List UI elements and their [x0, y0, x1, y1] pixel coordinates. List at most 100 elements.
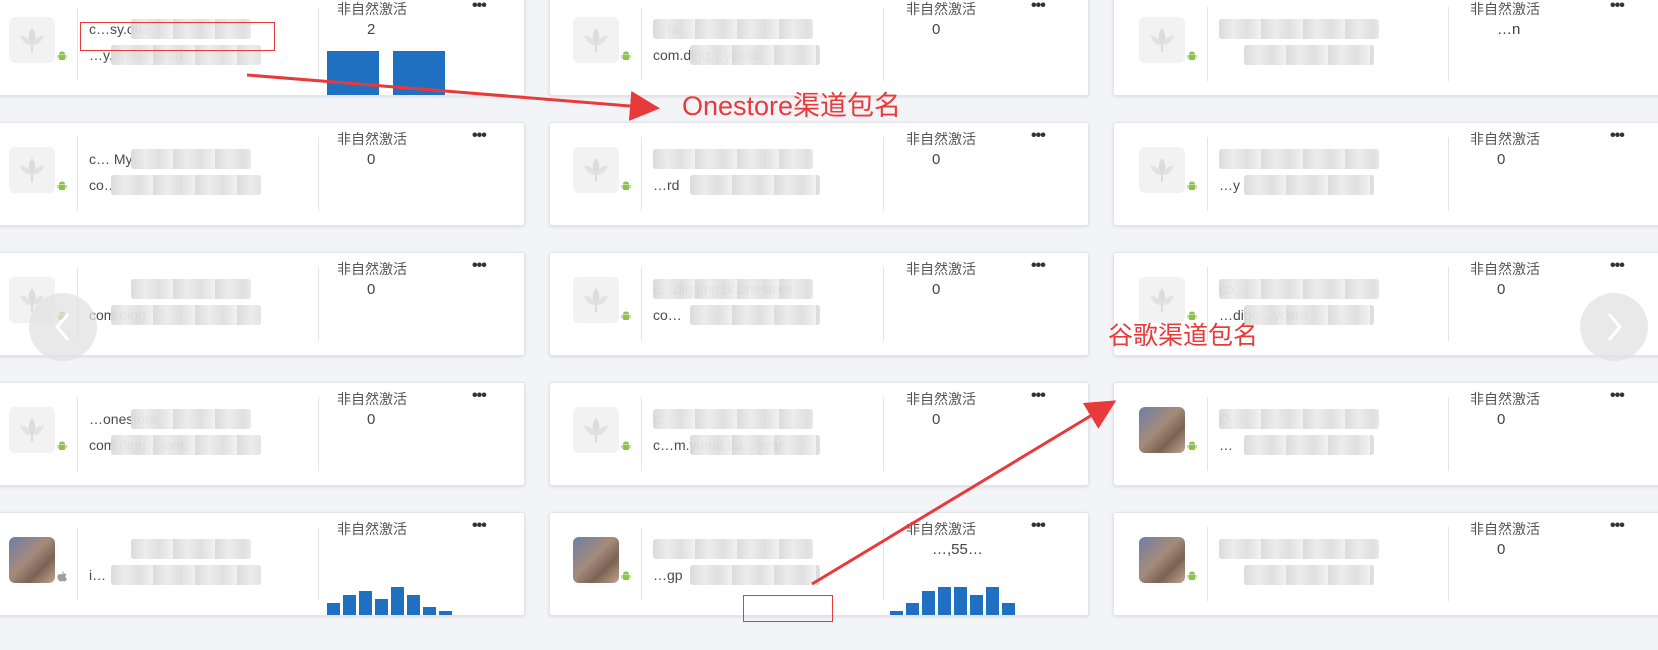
os-badge	[1185, 569, 1199, 583]
placeholder-app-icon	[584, 288, 608, 312]
divider	[641, 137, 642, 211]
more-options-button[interactable]: •••	[472, 387, 487, 405]
metric-value: 0	[932, 21, 941, 38]
more-options-button[interactable]: •••	[1610, 387, 1625, 405]
redaction-blur	[111, 565, 261, 585]
more-options-button[interactable]: •••	[472, 517, 487, 535]
redaction-blur	[1219, 539, 1379, 559]
redaction-blur	[1244, 305, 1374, 325]
more-options-button[interactable]: •••	[1610, 0, 1625, 15]
divider	[77, 137, 78, 211]
divider	[318, 397, 319, 471]
metric-value: 0	[1497, 281, 1506, 298]
more-options-button[interactable]: •••	[472, 257, 487, 275]
metric-label: 非自然激活	[906, 131, 976, 147]
more-options-button[interactable]: •••	[1031, 257, 1046, 275]
placeholder-app-icon	[20, 158, 44, 182]
divider	[883, 137, 884, 211]
redaction-blur	[131, 539, 251, 559]
metric-label: 非自然激活	[906, 521, 976, 537]
more-options-button[interactable]: •••	[1610, 127, 1625, 145]
chart-bar	[327, 51, 379, 95]
app-icon	[9, 147, 55, 193]
app-card[interactable]: O……非自然激活0•••	[1113, 382, 1658, 486]
activation-mini-chart	[327, 587, 452, 615]
chart-bar	[986, 587, 999, 615]
app-card[interactable]: c…c…m.yunai.da…ycar非自然激活0•••	[549, 382, 1089, 486]
more-options-button[interactable]: •••	[1031, 517, 1046, 535]
more-options-button[interactable]: •••	[472, 127, 487, 145]
more-options-button[interactable]: •••	[1031, 387, 1046, 405]
divider	[883, 7, 884, 81]
app-card[interactable]: i… 非自然激活 •••	[0, 512, 525, 616]
activation-mini-chart	[890, 587, 1015, 615]
metric-label: 非自然激活	[1470, 521, 1540, 537]
carousel-next-button[interactable]	[1580, 293, 1648, 361]
activation-mini-chart	[327, 51, 445, 95]
android-icon	[1187, 51, 1197, 60]
app-card[interactable]: ……rd非自然激活0•••	[549, 122, 1089, 226]
divider	[1207, 137, 1208, 211]
app-icon	[573, 147, 619, 193]
divider	[77, 527, 78, 601]
os-badge	[1185, 439, 1199, 453]
carousel-prev-button[interactable]	[29, 293, 97, 361]
app-card[interactable]: c… My… co… 非自然激活 0 •••	[0, 122, 525, 226]
more-options-button[interactable]: •••	[1031, 0, 1046, 15]
metric-label: 非自然激活	[337, 391, 407, 407]
more-options-button[interactable]: •••	[472, 0, 487, 15]
placeholder-app-icon	[20, 28, 44, 52]
redaction-blur	[690, 565, 820, 585]
placeholder-app-icon	[1150, 288, 1174, 312]
redaction-blur	[131, 409, 251, 429]
app-icon	[573, 17, 619, 63]
divider	[1448, 527, 1449, 601]
os-badge	[619, 179, 633, 193]
google-package-label: 谷歌渠道包名	[1108, 322, 1259, 350]
divider	[1207, 7, 1208, 81]
app-card[interactable]: …ta…com.digg…ycard非自然激活0•••	[549, 0, 1089, 96]
app-card[interactable]: …onestorecom.digg…-one非自然激活0•••	[0, 382, 525, 486]
onestore-package-highlight	[80, 22, 275, 51]
chart-bar	[375, 599, 388, 615]
divider	[1448, 137, 1449, 211]
chart-bar	[359, 591, 372, 615]
more-options-button[interactable]: •••	[1031, 127, 1046, 145]
chart-bar	[954, 587, 967, 615]
redaction-blur	[1219, 409, 1379, 429]
os-badge	[1185, 49, 1199, 63]
chart-bar	[393, 51, 445, 95]
metric-value: 0	[932, 151, 941, 168]
app-card[interactable]: c…digging.tk.onestoreco…非自然激活0•••	[549, 252, 1089, 356]
divider	[883, 527, 884, 601]
app-icon	[1139, 537, 1185, 583]
redaction-blur	[1219, 149, 1379, 169]
more-options-button[interactable]: •••	[1610, 257, 1625, 275]
app-icon	[1139, 17, 1185, 63]
app-card[interactable]: …y 非自然激活 0 •••	[1113, 122, 1658, 226]
divider	[641, 397, 642, 471]
os-badge	[55, 49, 69, 63]
divider	[318, 7, 319, 81]
placeholder-app-icon	[1150, 158, 1174, 182]
chart-bar	[327, 603, 340, 615]
more-options-button[interactable]: •••	[1610, 517, 1625, 535]
android-icon	[1187, 571, 1197, 580]
app-icon	[1139, 407, 1185, 453]
metric-label: 非自然激活	[1470, 1, 1540, 17]
android-icon	[57, 441, 67, 450]
placeholder-app-icon	[584, 158, 608, 182]
metric-value: 0	[1497, 411, 1506, 428]
android-icon	[1187, 441, 1197, 450]
metric-label: 非自然激活	[906, 1, 976, 17]
app-card[interactable]: 非自然激活 0 •••	[1113, 512, 1658, 616]
chart-bar	[922, 591, 935, 615]
app-card[interactable]: 非自然激活 …n •••	[1113, 0, 1658, 96]
redaction-blur	[1244, 435, 1374, 455]
redaction-blur	[690, 175, 820, 195]
redaction-blur	[1219, 19, 1379, 39]
divider	[1448, 7, 1449, 81]
app-icon	[573, 277, 619, 323]
redaction-blur	[653, 409, 813, 429]
metric-label: 非自然激活	[337, 521, 407, 537]
